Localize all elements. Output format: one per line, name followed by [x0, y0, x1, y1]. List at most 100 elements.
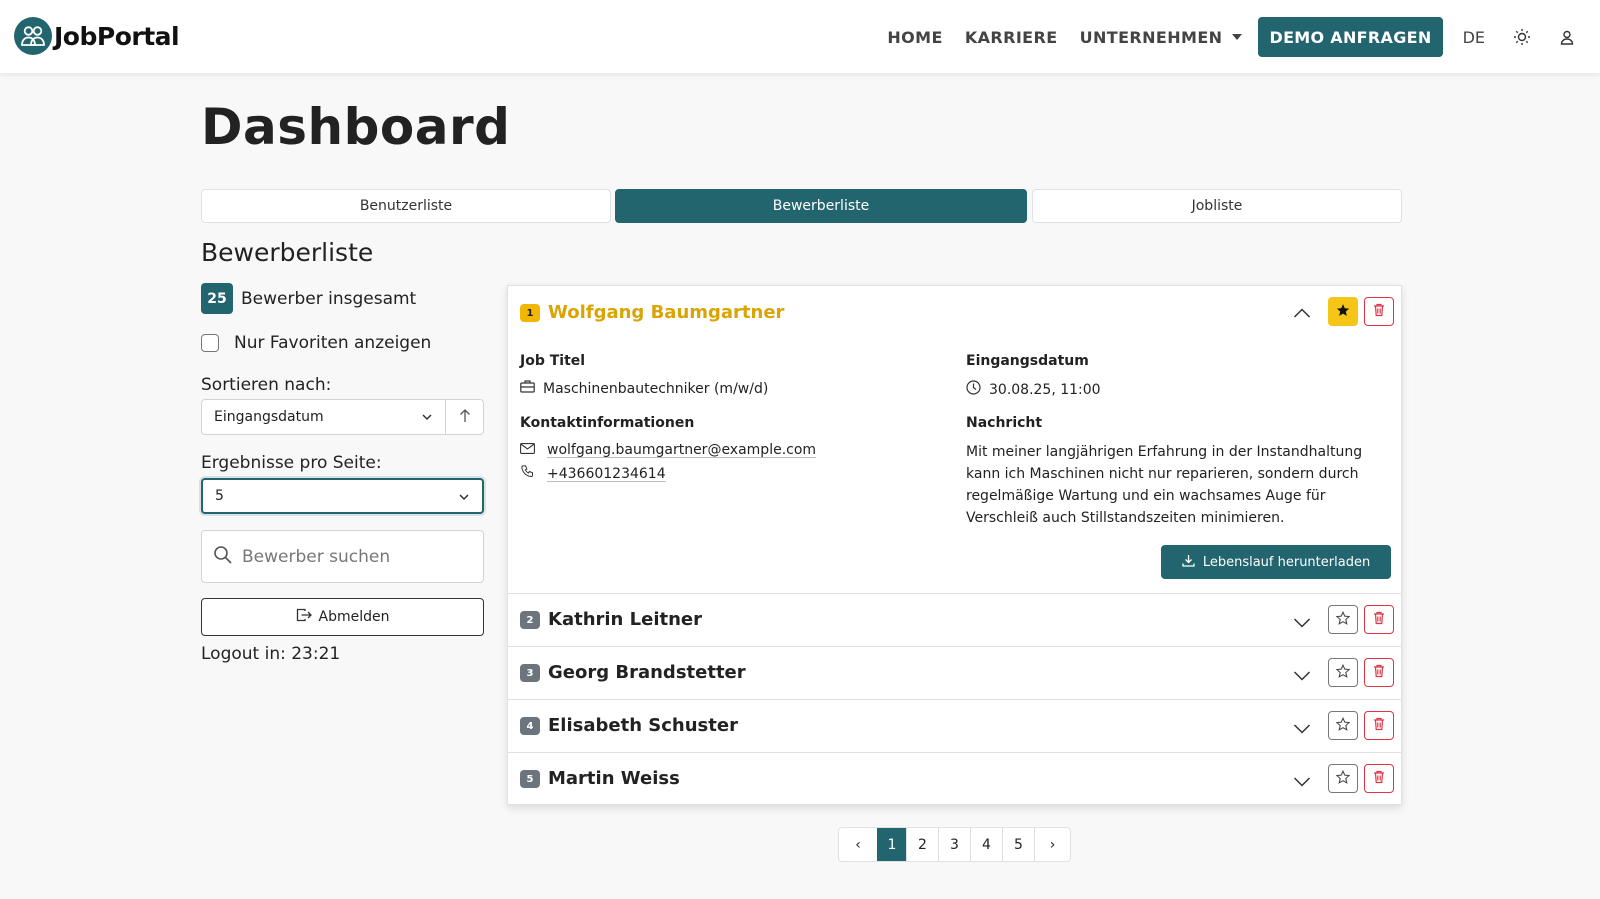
applicant-item-2[interactable]: 2 Kathrin Leitner [508, 593, 1401, 645]
applicant-number-badge: 5 [520, 770, 540, 788]
pagination-page-2[interactable]: 2 [906, 828, 938, 861]
chevron-down-icon[interactable] [1293, 614, 1311, 633]
chevron-down-icon[interactable] [1293, 720, 1311, 739]
email-link[interactable]: wolfgang.baumgartner@example.com [547, 442, 816, 458]
per-page-select-value: 5 [215, 488, 224, 504]
download-cv-button[interactable]: Lebenslauf herunterladen [1161, 545, 1391, 579]
logout-icon [296, 608, 312, 626]
star-outline-icon [1335, 716, 1351, 735]
applicant-name: Georg Brandstetter [548, 662, 746, 683]
trash-icon [1373, 663, 1385, 682]
pagination: ‹ 1 2 3 4 5 › [838, 827, 1071, 862]
applicant-list: 1 Wolfgang Baumgartner Job Titel Maschin… [507, 285, 1402, 805]
user-icon[interactable] [1560, 30, 1574, 45]
applicant-item-3[interactable]: 3 Georg Brandstetter [508, 646, 1401, 698]
applicant-number-badge: 3 [520, 664, 540, 682]
search-input[interactable] [242, 546, 462, 567]
trash-icon [1373, 302, 1385, 321]
message-label: Nachricht [966, 415, 1043, 431]
logout-button[interactable]: Abmelden [201, 598, 484, 636]
logout-label: Abmelden [318, 609, 390, 625]
section-title: Bewerberliste [201, 238, 374, 267]
pagination-page-4[interactable]: 4 [970, 828, 1002, 861]
applicant-name: Kathrin Leitner [548, 609, 702, 630]
delete-button[interactable] [1364, 297, 1394, 326]
favorites-label: Nur Favoriten anzeigen [234, 333, 432, 353]
delete-button[interactable] [1364, 605, 1394, 634]
applicant-name: Wolfgang Baumgartner [548, 302, 785, 323]
favorite-button[interactable] [1328, 711, 1358, 740]
star-filled-icon [1336, 302, 1350, 321]
pagination-next[interactable]: › [1034, 828, 1070, 861]
favorite-button[interactable] [1328, 605, 1358, 634]
users-logo-icon [14, 17, 52, 55]
favorites-filter[interactable]: Nur Favoriten anzeigen [201, 333, 431, 353]
briefcase-icon [520, 380, 535, 397]
pagination-page-1[interactable]: 1 [877, 828, 906, 861]
favorite-button[interactable] [1328, 764, 1358, 793]
language-switch[interactable]: DE [1463, 28, 1485, 47]
received-date-value: 30.08.25, 11:00 [989, 381, 1101, 398]
nav-link-home[interactable]: HOME [887, 28, 942, 47]
trash-icon [1373, 769, 1385, 788]
download-icon [1182, 554, 1195, 571]
star-outline-icon [1335, 769, 1351, 788]
applicant-name: Elisabeth Schuster [548, 715, 738, 736]
caret-down-icon [1232, 34, 1243, 40]
per-page-select[interactable]: 5 [201, 478, 484, 514]
applicant-item-1[interactable]: 1 Wolfgang Baumgartner [508, 286, 1401, 341]
brand[interactable]: JobPortal [14, 17, 180, 55]
chevron-down-icon[interactable] [1293, 667, 1311, 686]
received-date: 30.08.25, 11:00 [966, 380, 1101, 399]
star-outline-icon [1335, 610, 1351, 629]
applicant-item-5[interactable]: 5 Martin Weiss [508, 752, 1401, 804]
favorite-button[interactable] [1328, 297, 1358, 326]
brand-name: JobPortal [54, 21, 180, 51]
sort-label: Sortieren nach: [201, 375, 332, 395]
tab-benutzerliste[interactable]: Benutzerliste [201, 189, 611, 223]
chevron-down-icon [458, 491, 470, 507]
search-box[interactable] [201, 530, 484, 583]
applicant-item-4[interactable]: 4 Elisabeth Schuster [508, 699, 1401, 751]
sort-select[interactable]: Eingangsdatum [201, 399, 446, 435]
favorite-button[interactable] [1328, 658, 1358, 687]
favorites-checkbox[interactable] [201, 334, 219, 352]
nav-link-karriere[interactable]: KARRIERE [965, 28, 1058, 47]
pagination-prev[interactable]: ‹ [839, 828, 877, 861]
star-outline-icon [1335, 663, 1351, 682]
logout-timer: Logout in: 23:21 [201, 644, 341, 664]
nav-dropdown-label: UNTERNEHMEN [1079, 27, 1223, 47]
delete-button[interactable] [1364, 764, 1394, 793]
applicant-number-badge: 2 [520, 611, 540, 629]
navbar: JobPortal HOME KARRIERE UNTERNEHMEN DEMO… [0, 0, 1600, 73]
download-cv-label: Lebenslauf herunterladen [1202, 554, 1371, 570]
total-applicants: 25 Bewerber insgesamt [201, 283, 416, 314]
job-title-label: Job Titel [520, 353, 586, 369]
message-text: Mit meiner langjährigen Erfahrung in der… [966, 444, 1363, 526]
pagination-page-5[interactable]: 5 [1002, 828, 1034, 861]
applicant-name: Martin Weiss [548, 768, 680, 789]
demo-request-button[interactable]: DEMO ANFRAGEN [1258, 17, 1443, 57]
pagination-page-3[interactable]: 3 [938, 828, 970, 861]
trash-icon [1373, 716, 1385, 735]
phone-link[interactable]: +436601234614 [547, 466, 666, 482]
chevron-down-icon [421, 411, 433, 427]
sun-icon[interactable] [1513, 28, 1531, 46]
tab-bewerberliste[interactable]: Bewerberliste [615, 189, 1027, 223]
chevron-up-icon[interactable] [1293, 304, 1311, 323]
delete-button[interactable] [1364, 658, 1394, 687]
applicant-number-badge: 4 [520, 717, 540, 735]
search-icon [213, 545, 232, 568]
arrow-up-icon [459, 408, 471, 427]
delete-button[interactable] [1364, 711, 1394, 740]
clock-icon [966, 380, 981, 399]
tab-jobliste[interactable]: Jobliste [1032, 189, 1402, 223]
phone-icon [520, 464, 535, 483]
nav-dropdown-unternehmen[interactable]: UNTERNEHMEN [1080, 28, 1243, 47]
page-title: Dashboard [201, 98, 511, 156]
sort-direction-button[interactable] [445, 399, 484, 435]
date-label: Eingangsdatum [966, 353, 1089, 369]
applicant-number-badge: 1 [520, 304, 540, 322]
job-title: Maschinenbautechniker (m/w/d) [520, 380, 768, 397]
chevron-down-icon[interactable] [1293, 773, 1311, 792]
